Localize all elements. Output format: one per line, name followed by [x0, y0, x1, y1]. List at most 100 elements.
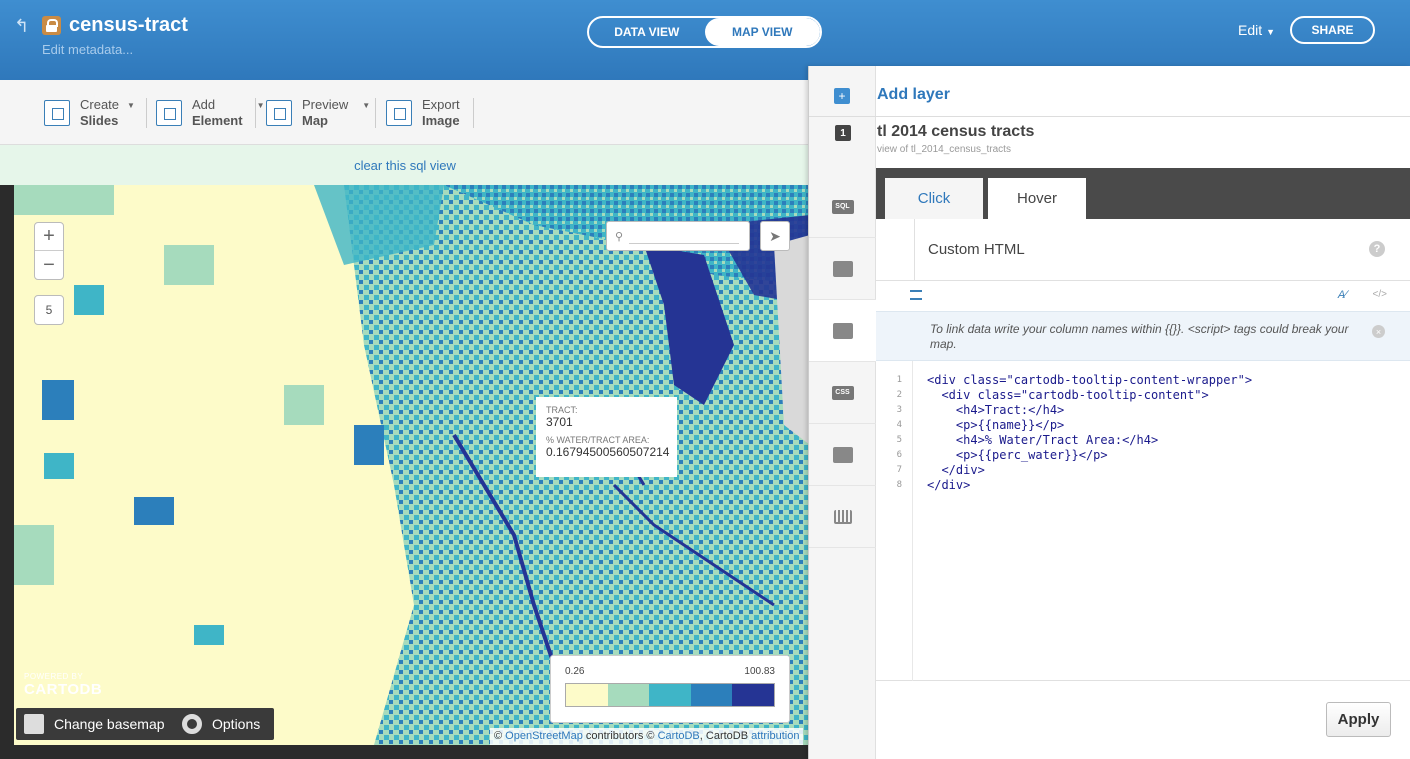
code-text[interactable]: <p>{{name}}</p>: [927, 418, 1064, 432]
map-view-button[interactable]: MAP VIEW: [704, 18, 820, 46]
sql-icon: SQL: [831, 199, 854, 214]
code-text[interactable]: <div class="cartodb-tooltip-content-wrap…: [927, 373, 1252, 387]
line-number: 8: [896, 480, 902, 490]
code-line[interactable]: 1 <div class="cartodb-tooltip-content-wra…: [876, 373, 1410, 388]
legend-max: 100.83: [744, 666, 775, 677]
share-button[interactable]: SHARE: [1290, 16, 1375, 44]
add-layer-row[interactable]: + Add layer: [809, 66, 1410, 116]
format-list-icon[interactable]: [910, 290, 922, 300]
gear-icon: [182, 714, 202, 734]
histogram-icon: [833, 509, 852, 524]
lock-icon[interactable]: [42, 16, 61, 35]
zoom-out-button[interactable]: −: [35, 251, 63, 279]
image-label: Image: [422, 113, 460, 128]
code-line[interactable]: 2 <div class="cartodb-tooltip-content">: [876, 388, 1410, 403]
zoom-control: + −: [34, 222, 64, 280]
data-view-button[interactable]: DATA VIEW: [589, 18, 705, 46]
custom-html-header: Custom HTML ?: [876, 219, 1410, 281]
help-icon[interactable]: ?: [1369, 241, 1385, 257]
preview-label: Preview: [302, 97, 349, 112]
brush-icon: [832, 260, 853, 277]
map-tooltip: TRACT: 3701 % WATER/TRACT AREA: 0.167945…: [536, 397, 677, 477]
add-icon: +: [834, 88, 850, 104]
search-icon: ⚲: [615, 230, 624, 243]
legend-color-ramp: [565, 683, 775, 707]
locate-arrow-icon[interactable]: ➤: [760, 221, 790, 251]
apply-button[interactable]: Apply: [1326, 702, 1391, 737]
speech-bubble-icon: [832, 322, 853, 339]
code-text[interactable]: </div>: [927, 463, 984, 477]
back-arrow-icon[interactable]: ↰: [14, 16, 29, 37]
dataset-title[interactable]: census-tract: [69, 14, 188, 37]
code-line[interactable]: 7 </div>: [876, 463, 1410, 478]
layer-header[interactable]: 1 tl 2014 census tracts view of tl_2014_…: [809, 116, 1410, 171]
chevron-down-icon[interactable]: ▼: [362, 101, 370, 110]
export-label: Export: [422, 97, 460, 112]
code-line[interactable]: 8 </div>: [876, 478, 1410, 493]
toolbar-divider: [375, 98, 376, 128]
sql-tool-button[interactable]: SQL: [809, 176, 876, 238]
legend-swatch: [690, 684, 733, 706]
close-icon[interactable]: ×: [1372, 325, 1385, 338]
line-number: 4: [896, 420, 902, 430]
info-note: To link data write your column names wit…: [876, 311, 1410, 361]
legend-min: 0.26: [565, 666, 585, 677]
create-slides-button[interactable]: Create Slides ▼: [44, 97, 135, 129]
options-label: Options: [212, 716, 261, 732]
css-tool-button[interactable]: CSS: [809, 362, 876, 424]
line-number: 5: [896, 435, 902, 445]
font-style-icon[interactable]: A∕: [1338, 289, 1347, 301]
powered-by-label: POWERED BY: [24, 672, 84, 681]
preview-map-button[interactable]: Preview Map ▼: [266, 97, 370, 129]
line-number: 3: [896, 405, 902, 415]
map-search-input[interactable]: [629, 228, 740, 244]
filters-tool-button[interactable]: [809, 486, 876, 548]
edit-menu[interactable]: Edit ▼: [1238, 22, 1275, 38]
openstreetmap-link[interactable]: OpenStreetMap: [505, 730, 583, 742]
tab-click[interactable]: Click: [885, 178, 983, 219]
bottom-strip: [0, 745, 810, 759]
tooltip-water-value: 0.16794500560507214: [546, 445, 670, 459]
wizard-tool-button[interactable]: [809, 238, 876, 300]
legend-tool-button[interactable]: [809, 424, 876, 486]
chevron-down-icon[interactable]: ▼: [127, 101, 135, 110]
copyright-symbol: ©: [494, 730, 503, 742]
change-basemap-label: Change basemap: [54, 716, 165, 732]
chevron-down-icon: ▼: [1266, 27, 1276, 37]
code-line[interactable]: 6 <p>{{perc_water}}</p>: [876, 448, 1410, 463]
tab-hover[interactable]: Hover: [988, 178, 1086, 219]
line-number: 2: [896, 390, 902, 400]
cartodb-link[interactable]: CartoDB: [658, 730, 700, 742]
add-element-button[interactable]: Add Element ▼: [156, 97, 265, 129]
code-text[interactable]: <div class="cartodb-tooltip-content">: [927, 388, 1208, 402]
options-button[interactable]: Options: [174, 708, 275, 740]
export-image-button[interactable]: Export Image: [386, 97, 460, 129]
change-basemap-button[interactable]: Change basemap: [16, 708, 179, 740]
cartodb-logo: POWERED BY CARTODB: [24, 672, 102, 698]
slides-icon: [44, 100, 70, 126]
edit-metadata-link[interactable]: Edit metadata...: [42, 42, 133, 57]
toolbar-divider: [255, 98, 256, 128]
layer-name[interactable]: tl 2014 census tracts: [877, 123, 1034, 141]
code-line[interactable]: 4 <p>{{name}}</p>: [876, 418, 1410, 433]
code-line[interactable]: 3 <h4>Tract:</h4>: [876, 403, 1410, 418]
create-label: Create: [80, 97, 120, 112]
code-text[interactable]: <p>{{perc_water}}</p>: [927, 448, 1108, 462]
clear-sql-view-link[interactable]: clear this sql view: [354, 158, 456, 173]
css-icon: CSS: [831, 385, 854, 400]
map-canvas[interactable]: + − 5 ⚲ ➤ TRACT: 3701 % WATER/TRACT AREA…: [14, 185, 810, 745]
add-layer-button[interactable]: Add layer: [877, 86, 950, 104]
zoom-in-button[interactable]: +: [35, 223, 63, 251]
code-text[interactable]: <h4>Tract:</h4>: [927, 403, 1064, 417]
code-line[interactable]: 5 <h4>% Water/Tract Area:</h4>: [876, 433, 1410, 448]
attribution-link[interactable]: attribution: [751, 730, 799, 742]
chevron-down-icon[interactable]: ▼: [257, 101, 265, 110]
infowindow-tool-button[interactable]: [809, 300, 876, 362]
edit-menu-label: Edit: [1238, 22, 1263, 38]
code-icon[interactable]: </>: [1373, 289, 1387, 300]
tooltip-tract-header: TRACT:: [546, 405, 578, 415]
html-code-editor[interactable]: 1 <div class="cartodb-tooltip-content-wra…: [876, 361, 1410, 681]
cartodb-text: , CartoDB: [699, 730, 749, 742]
code-text[interactable]: </div>: [927, 478, 970, 492]
code-text[interactable]: <h4>% Water/Tract Area:</h4>: [927, 433, 1158, 447]
